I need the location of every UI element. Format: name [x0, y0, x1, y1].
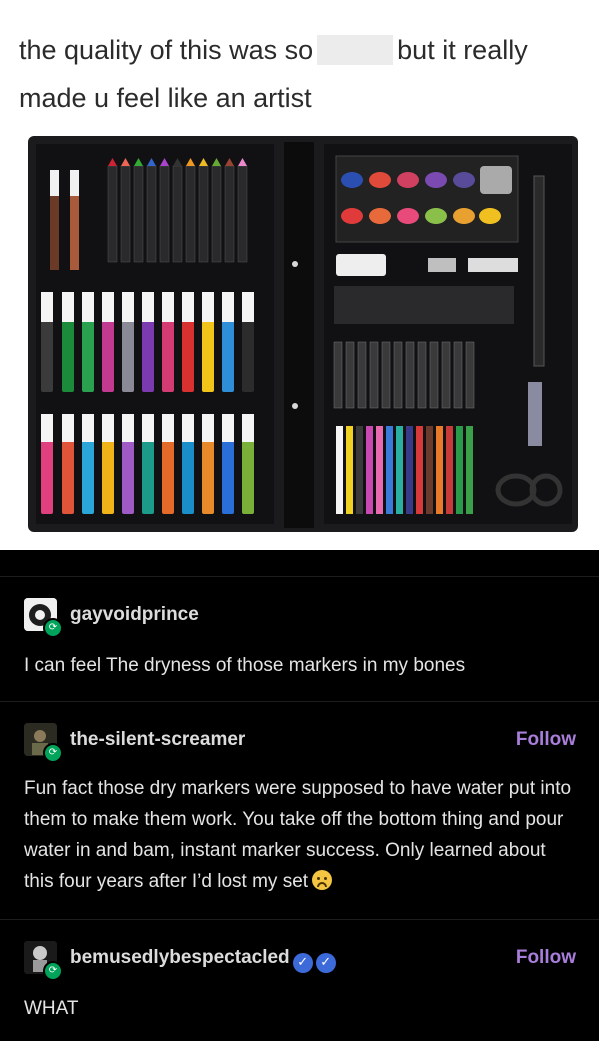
post-text: WHAT: [24, 998, 79, 1019]
upside-down-face-emoji-icon: [312, 870, 333, 890]
post-text: Fun fact those dry markers were supposed…: [24, 773, 574, 897]
meme-image-area: the quality of this was so but it really …: [0, 0, 599, 550]
reblog-thread: ⟳ gayvoidprince I can feel The dryness o…: [0, 550, 599, 1041]
divider: [0, 576, 599, 577]
divider: [0, 919, 599, 920]
art-kit-photo: [28, 136, 578, 532]
verified-check-icon: ✓: [292, 953, 313, 973]
avatar[interactable]: ⟳: [24, 723, 63, 763]
kit-spine: [284, 142, 314, 528]
marker-row-2: [41, 414, 254, 514]
avatar[interactable]: ⟳: [24, 598, 63, 638]
caption-part-1: the quality of this was so: [19, 35, 314, 65]
redacted-word: [317, 35, 394, 65]
verified-check-icon: ✓: [315, 953, 336, 973]
post-text: I can feel The dryness of those markers …: [24, 655, 466, 676]
reblog-icon: ⟳: [43, 743, 63, 763]
reblog-icon: ⟳: [43, 618, 63, 638]
username[interactable]: the-silent-screamer: [70, 729, 245, 751]
username[interactable]: bemusedlybespectacled ✓ ✓: [70, 947, 336, 973]
marker-row-1: [41, 292, 254, 392]
username[interactable]: gayvoidprince: [70, 604, 199, 626]
meme-caption: the quality of this was so but it really …: [19, 26, 579, 122]
divider: [0, 701, 599, 702]
post-text-content: Fun fact those dry markers were supposed…: [24, 778, 572, 892]
avatar[interactable]: ⟳: [24, 941, 63, 981]
username-text: bemusedlybespectacled: [70, 947, 290, 968]
reblog-icon: ⟳: [43, 961, 63, 981]
follow-button[interactable]: Follow: [516, 729, 576, 751]
follow-button[interactable]: Follow: [516, 947, 576, 969]
